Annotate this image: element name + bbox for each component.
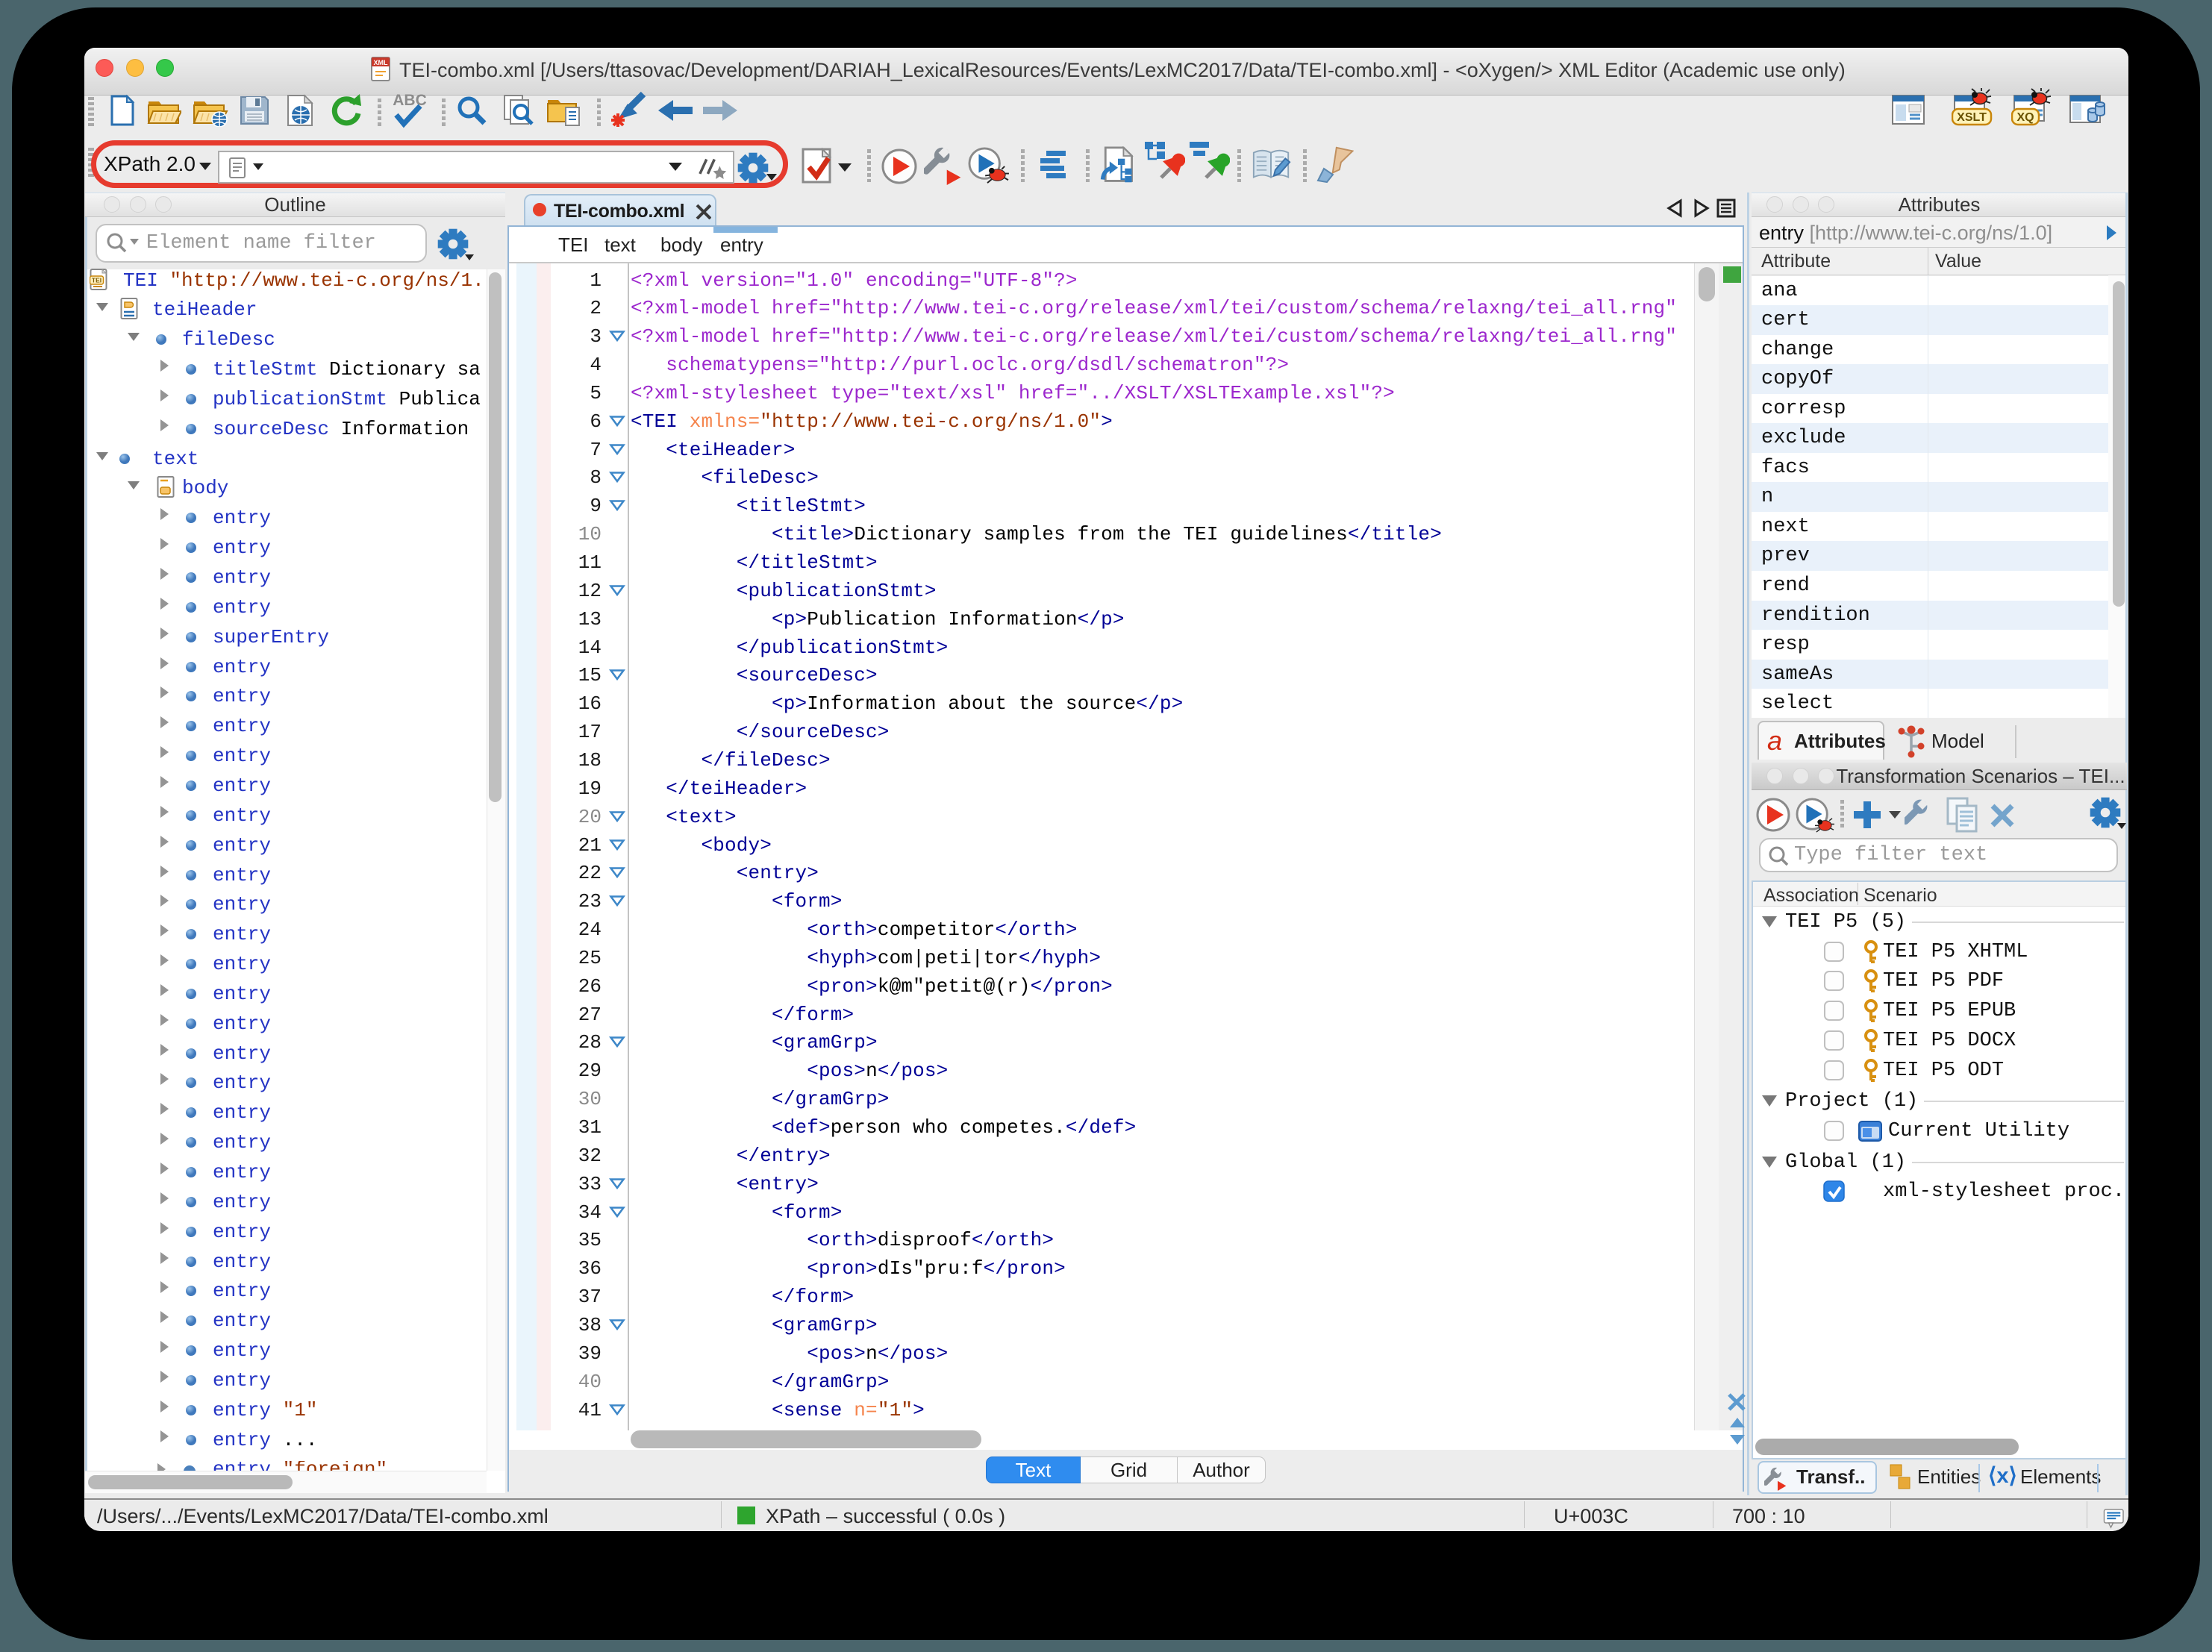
svg-text:XSLT: XSLT [1957, 111, 1987, 124]
svg-text:XML: XML [374, 59, 389, 66]
svg-text:XQ: XQ [2016, 111, 2034, 124]
svg-text:TEI: TEI [92, 276, 101, 284]
svg-text:ABC: ABC [393, 92, 427, 109]
